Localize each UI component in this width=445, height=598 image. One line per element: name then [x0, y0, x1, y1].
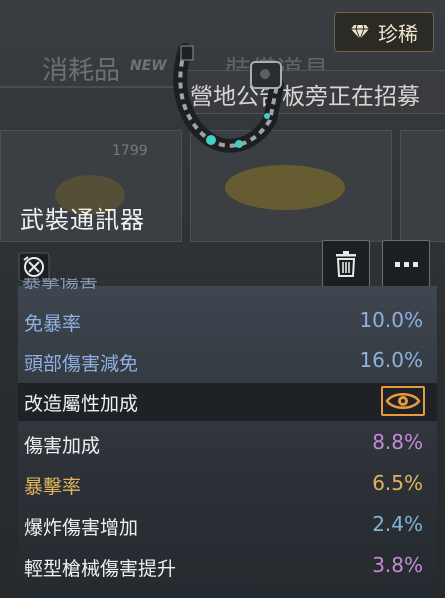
- stat-row: 暴擊率 6.5%: [18, 466, 437, 504]
- stat-label: 頭部傷害減免: [24, 353, 139, 375]
- stat-value: 16.0%: [359, 348, 423, 372]
- stat-label: 傷害加成: [24, 435, 101, 457]
- stat-label: 改造屬性加成: [24, 393, 139, 415]
- rarity-badge: 珍稀: [334, 12, 434, 52]
- stat-value: 10.0%: [359, 308, 423, 332]
- delete-button[interactable]: [322, 240, 370, 288]
- trash-icon: [336, 251, 356, 277]
- stat-row: 免暴率 10.0%: [18, 303, 437, 341]
- stat-row: 改造屬性加成: [18, 383, 437, 421]
- stat-label: 爆炸傷害增加: [24, 517, 139, 539]
- armed-communicator-item-image: [173, 43, 284, 153]
- eye-icon: [385, 393, 421, 409]
- background-item-card: [400, 130, 445, 242]
- stat-value: 3.8%: [372, 553, 423, 577]
- more-dots-icon: [394, 261, 418, 267]
- stat-value: 8.8%: [372, 430, 423, 454]
- stat-row: 頭部傷害減免 16.0%: [18, 343, 437, 381]
- item-title: 武裝通訊器: [20, 206, 145, 234]
- stat-value: 2.4%: [372, 512, 423, 536]
- stat-label: 暴擊率: [24, 476, 82, 498]
- more-options-button[interactable]: [382, 240, 430, 288]
- rarity-label: 珍稀: [378, 21, 418, 46]
- background-item-image: [225, 165, 345, 210]
- background-new-badge: NEW: [130, 58, 167, 74]
- stat-label: 暴擊傷害: [22, 278, 99, 290]
- diamond-icon: [351, 24, 369, 40]
- stat-row: 輕型槍械傷害提升 3.8%: [18, 548, 437, 586]
- stat-label: 輕型槍械傷害提升: [24, 558, 177, 580]
- view-mod-button[interactable]: [381, 386, 425, 416]
- stat-value: 6.5%: [372, 471, 423, 495]
- stat-row: 爆炸傷害增加 2.4%: [18, 507, 437, 545]
- stat-label: 免暴率: [24, 313, 82, 335]
- stat-row: 傷害加成 8.8%: [18, 425, 437, 463]
- stat-row-cut-off: 暴擊傷害: [22, 278, 122, 290]
- background-tab-consumables: 消耗品: [42, 56, 121, 86]
- background-price: 1799: [112, 143, 148, 159]
